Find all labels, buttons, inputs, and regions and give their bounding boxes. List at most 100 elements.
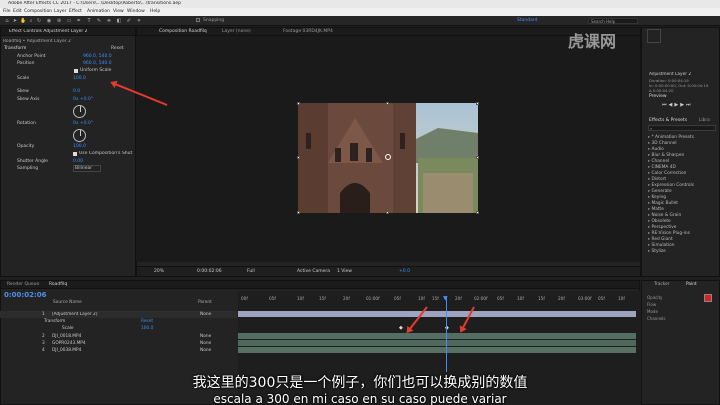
tab-layer[interactable]: Layer (none)	[222, 29, 251, 34]
effects-item[interactable]: Distort	[648, 177, 667, 182]
menu-animation[interactable]: Animation	[87, 9, 110, 14]
workspace-standard[interactable]: Standard	[517, 18, 537, 23]
layer-name[interactable]: [Adjustment Layer 2]	[52, 312, 112, 317]
menu-help[interactable]: Help	[150, 9, 160, 14]
brush-tool-icon[interactable]: ✎	[96, 18, 102, 24]
layer-name[interactable]: DJI_0038.MP4	[52, 348, 81, 353]
selection-tool-icon[interactable]: ➤	[12, 18, 18, 24]
libraries-tab[interactable]: Libra	[699, 118, 710, 123]
puppet-tool-icon[interactable]: ✶	[136, 18, 142, 24]
use-comp-shutter-checkbox[interactable]	[73, 152, 77, 156]
layer-row[interactable]: 1 [Adjustment Layer 2] None	[0, 311, 237, 318]
layer-row[interactable]: 3 GOPR0243.MP4 None	[0, 340, 237, 347]
tab-effect-controls[interactable]: Effect Controls Adjustment Layer 2	[9, 29, 119, 34]
effects-item[interactable]: Audio	[648, 147, 664, 152]
transform-handle-bl[interactable]	[297, 211, 300, 214]
effects-item[interactable]: Generate	[648, 189, 672, 194]
skew-axis-value[interactable]: 0x +0.0°	[73, 97, 93, 102]
effects-item[interactable]: Keying	[648, 195, 666, 200]
effects-item[interactable]: Simulation	[648, 243, 675, 248]
transform-handle-t[interactable]	[386, 102, 389, 105]
adjustment-layer-bar[interactable]	[238, 311, 636, 317]
effects-item[interactable]: Expression Controls	[648, 183, 694, 188]
menu-view[interactable]: View	[113, 9, 124, 14]
layer-row[interactable]: 2 DJI_0018.MP4 None	[0, 333, 237, 340]
type-tool-icon[interactable]: T	[86, 18, 92, 24]
transform-handle-b[interactable]	[386, 211, 389, 214]
playhead[interactable]	[446, 296, 447, 372]
scale-property[interactable]: Scale	[62, 326, 74, 331]
effects-item[interactable]: Magic Bullet	[648, 201, 678, 206]
effects-item[interactable]: Perspective	[648, 225, 677, 230]
scale-property-value[interactable]: 100.0	[141, 326, 153, 331]
menu-composition[interactable]: Composition	[24, 9, 52, 14]
effects-item[interactable]: * Animation Presets	[648, 135, 694, 140]
search-help-input[interactable]: Search Help	[588, 18, 638, 24]
effects-item[interactable]: CINEMA 4D	[648, 165, 676, 170]
layer-name[interactable]: GOPR0243.MP4	[52, 341, 86, 346]
menu-window[interactable]: Window	[127, 9, 145, 14]
zoom-tool-icon[interactable]: ⌕	[28, 18, 34, 24]
view-select[interactable]: Active Camera	[297, 269, 330, 274]
hand-tool-icon[interactable]: ✋	[20, 18, 26, 24]
views-layout-select[interactable]: 1 View	[337, 269, 352, 274]
foreground-color-swatch[interactable]	[704, 294, 712, 302]
exposure-value[interactable]: +0.0	[399, 269, 410, 274]
menu-file[interactable]: File	[3, 9, 11, 14]
resolution-select[interactable]: Full	[247, 269, 255, 274]
opacity-value[interactable]: 100.0	[73, 144, 86, 149]
effects-item[interactable]: Channel	[648, 159, 670, 164]
effects-search-input[interactable]: ⌕	[648, 125, 716, 131]
transform-handle-tr[interactable]	[476, 102, 479, 105]
layer-row[interactable]: Transform Reset	[0, 318, 237, 325]
transform-group[interactable]: Transform	[44, 319, 65, 324]
rotate-tool-icon[interactable]: ↻	[36, 18, 42, 24]
rotation-value[interactable]: 0x +0.0°	[73, 121, 93, 126]
menu-layer[interactable]: Layer	[54, 9, 67, 14]
effects-item[interactable]: Matte	[648, 207, 664, 212]
transform-reset-link[interactable]: Reset	[111, 46, 124, 51]
viewer-timecode[interactable]: 0:00:02:06	[197, 269, 222, 274]
playhead-handle-icon[interactable]: ▼	[443, 295, 448, 302]
tab-paint[interactable]: Paint	[686, 282, 697, 287]
layer-row[interactable]: Scale 100.0	[0, 325, 237, 332]
tab-tracker[interactable]: Tracker	[654, 282, 670, 287]
roto-brush-tool-icon[interactable]: ✐	[126, 18, 132, 24]
transform-handle-br[interactable]	[476, 211, 479, 214]
transform-handle-r[interactable]	[476, 156, 479, 159]
layer-bar-dji-0018[interactable]	[238, 333, 636, 339]
home-icon[interactable]: ⌂	[4, 18, 10, 24]
layer-row[interactable]: 4 DJI_0038.MP4 None	[0, 347, 237, 354]
layer-parent[interactable]: None	[200, 312, 211, 317]
effects-item[interactable]: RE:Vision Plug-ins	[648, 231, 690, 236]
effects-item[interactable]: Blur & Sharpen	[648, 153, 685, 158]
layer-name[interactable]: DJI_0018.MP4	[52, 334, 81, 339]
layer-bar-dji-0038[interactable]	[238, 347, 636, 353]
menu-effect[interactable]: Effect	[69, 9, 82, 14]
rotation-dial[interactable]	[73, 129, 86, 142]
scale-value[interactable]: 100.0	[73, 76, 86, 81]
effects-presets-title[interactable]: Effects & Presets	[649, 118, 687, 123]
layer-bar-gopr0243[interactable]	[238, 340, 636, 346]
tab-footage[interactable]: Footage 03RD4JK.MP4	[283, 29, 333, 34]
effects-item[interactable]: Color Correction	[648, 171, 687, 176]
layer-parent[interactable]: None	[200, 348, 211, 353]
camera-tool-icon[interactable]: ◉	[46, 18, 52, 24]
snapping-checkbox[interactable]	[196, 18, 200, 22]
pan-behind-tool-icon[interactable]: ⊕	[56, 18, 62, 24]
anchor-point-icon[interactable]	[385, 154, 391, 160]
effects-item[interactable]: 3D Channel	[648, 141, 677, 146]
effects-item[interactable]: Obsolete	[648, 219, 671, 224]
pen-tool-icon[interactable]: ✒	[76, 18, 82, 24]
transform-handle-l[interactable]	[297, 156, 300, 159]
transform-handle-tl[interactable]	[297, 102, 300, 105]
effects-item[interactable]: Red Giant	[648, 237, 673, 242]
tab-roadfilq-timeline[interactable]: Roadfilq	[49, 282, 67, 287]
eraser-tool-icon[interactable]: ◧	[116, 18, 122, 24]
rectangle-tool-icon[interactable]: ▭	[66, 18, 72, 24]
uniform-scale-checkbox[interactable]	[74, 69, 78, 73]
sampling-select[interactable]: Bilinear	[73, 165, 101, 172]
tab-render-queue[interactable]: Render Queue	[7, 282, 39, 287]
shutter-angle-value[interactable]: 0.00	[73, 159, 83, 164]
layer-parent[interactable]: None	[200, 334, 211, 339]
